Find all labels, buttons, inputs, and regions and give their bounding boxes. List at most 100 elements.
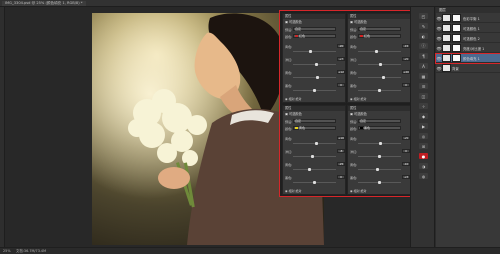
slider-value-input[interactable]: +20 — [402, 70, 410, 74]
layer-row[interactable]: 👁 颜色填充 1 — [435, 53, 500, 64]
slider-track[interactable] — [293, 63, 336, 66]
slider-value-input[interactable]: +12 — [337, 70, 345, 74]
slider-value-input[interactable]: +5 — [402, 57, 410, 61]
slider-handle[interactable] — [378, 89, 381, 92]
preset-select[interactable]: 自定 — [293, 27, 336, 31]
slider-value-input[interactable]: 0 — [402, 83, 410, 87]
highlighted-tool-icon[interactable]: ● — [419, 153, 428, 159]
navigator-icon[interactable]: ◎ — [419, 133, 428, 139]
preset-select[interactable]: 自定 — [358, 119, 401, 123]
slider-value-input[interactable]: -8 — [337, 149, 345, 153]
slider-track[interactable] — [293, 76, 336, 79]
slider-value-input[interactable]: -20 — [337, 44, 345, 48]
panel-tab[interactable]: 属性 — [283, 106, 345, 111]
colors-select[interactable]: 红色 — [293, 34, 336, 38]
slider-handle[interactable] — [378, 181, 382, 184]
channels-icon[interactable]: ◫ — [419, 93, 428, 99]
slider-handle[interactable] — [313, 181, 316, 184]
layer-row[interactable]: 👁 亮度/对比度 1 — [436, 44, 500, 53]
slider-track[interactable] — [358, 181, 401, 184]
method-options[interactable]: ◉ 相对 绝对 — [350, 97, 408, 102]
colors-select[interactable]: 黑色 — [358, 126, 401, 130]
color-icon[interactable]: ◑ — [419, 163, 428, 169]
slider-handle[interactable] — [315, 142, 318, 145]
preset-select[interactable]: 自定 — [293, 119, 336, 123]
layer-mask-thumbnail[interactable] — [452, 54, 461, 62]
adjustments-icon[interactable]: ◐ — [419, 33, 428, 39]
slider-track[interactable] — [293, 155, 336, 158]
paths-icon[interactable]: ✧ — [419, 103, 428, 109]
method-options[interactable]: ◉ 相对 绝对 — [285, 97, 343, 102]
actions-icon[interactable]: ▶ — [419, 123, 428, 129]
slider-value-input[interactable]: +10 — [337, 136, 345, 140]
slider-handle[interactable] — [316, 76, 320, 79]
layer-mask-thumbnail[interactable] — [452, 14, 461, 22]
history-icon[interactable]: ◰ — [419, 13, 428, 19]
slider-handle[interactable] — [378, 155, 381, 158]
slider-value-input[interactable]: -25 — [337, 162, 345, 166]
panel-tab[interactable]: 属性 — [283, 14, 345, 19]
slider-handle[interactable] — [382, 76, 385, 79]
slider-handle[interactable] — [313, 89, 316, 92]
slider-track[interactable] — [358, 50, 401, 53]
slider-track[interactable] — [293, 89, 336, 92]
layer-row[interactable]: 👁 可选颜色 2 — [436, 34, 500, 43]
properties-panel[interactable]: 属性 ▣ 可选颜色 预设: 自定 颜色: 黄色 青色: +10 洋红: -8 黄色: -25 黑色: 0 ◉… — [282, 105, 346, 195]
swatches-icon[interactable]: ▦ — [419, 73, 428, 79]
colors-select[interactable]: 黄色 — [293, 126, 336, 130]
slider-track[interactable] — [358, 89, 401, 92]
slider-value-input[interactable]: 0 — [337, 83, 345, 87]
document-tab[interactable]: IMG_3304.psd @ 25% (颜色填充 1, RGB/8) * — [2, 1, 86, 6]
properties-panel[interactable]: 属性 ▣ 可选颜色 预设: 自定 颜色: 红色 青色: -15 洋红: +5 黄色: +20 黑色: 0 ◉… — [347, 13, 411, 103]
slider-track[interactable] — [358, 63, 401, 66]
properties-panel[interactable]: 属性 ▣ 可选颜色 预设: 自定 颜色: 红色 青色: -20 洋红: +7 黄色: +12 黑色: 0 ◉… — [282, 13, 346, 103]
slider-handle[interactable] — [376, 168, 379, 171]
slider-track[interactable] — [358, 168, 401, 171]
slider-value-input[interactable]: +5 — [402, 136, 410, 140]
brush-icon[interactable]: ✎ — [419, 23, 428, 29]
zoom-level[interactable]: 25% — [3, 248, 11, 254]
panel-tab[interactable]: 属性 — [348, 106, 410, 111]
slider-handle[interactable] — [315, 63, 318, 66]
preset-select[interactable]: 自定 — [358, 27, 401, 31]
styles-icon[interactable]: ◆ — [419, 113, 428, 119]
slider-value-input[interactable]: -10 — [402, 162, 410, 166]
slider-track[interactable] — [293, 168, 336, 171]
slider-handle[interactable] — [308, 168, 312, 171]
slider-handle[interactable] — [374, 50, 378, 53]
color-value: 黄色 — [299, 126, 306, 130]
slider-track[interactable] — [293, 50, 336, 53]
layer-row[interactable]: 👁 背景 — [436, 64, 500, 73]
slider-track[interactable] — [358, 142, 401, 145]
character-icon[interactable]: A — [419, 63, 428, 69]
layer-row[interactable]: 👁 色彩平衡 1 — [436, 14, 500, 23]
slider-handle[interactable] — [309, 50, 312, 53]
colors-select[interactable]: 红色 — [358, 34, 401, 38]
mask-icon[interactable]: ◍ — [419, 173, 428, 179]
layers-icon[interactable]: ☰ — [419, 83, 428, 89]
slider-value-input[interactable]: 0 — [337, 175, 345, 179]
slider-track[interactable] — [293, 181, 336, 184]
properties-icon[interactable]: ⊞ — [419, 143, 428, 149]
slider-value-input[interactable]: +3 — [402, 175, 410, 179]
panel-tab[interactable]: 属性 — [348, 14, 410, 19]
method-options[interactable]: ◉ 相对 绝对 — [285, 189, 343, 194]
layer-row[interactable]: 👁 可选颜色 1 — [436, 24, 500, 33]
properties-panel[interactable]: 属性 ▣ 可选颜色 预设: 自定 颜色: 黑色 青色: +5 洋红: 0 黄色: -10 黑色: +3 ◉ … — [347, 105, 411, 195]
info-icon[interactable]: ⓘ — [419, 43, 428, 49]
slider-value-input[interactable]: -15 — [402, 44, 410, 48]
slider-handle[interactable] — [378, 142, 382, 145]
slider-track[interactable] — [358, 76, 401, 79]
slider-label: 洋红: — [350, 150, 358, 154]
layer-mask-thumbnail[interactable] — [452, 44, 461, 52]
slider-handle[interactable] — [379, 63, 383, 66]
method-options[interactable]: ◉ 相对 绝对 — [350, 189, 408, 194]
paragraph-icon[interactable]: ¶ — [419, 53, 428, 59]
layer-mask-thumbnail[interactable] — [452, 24, 461, 32]
slider-value-input[interactable]: +7 — [337, 57, 345, 61]
slider-handle[interactable] — [311, 155, 315, 158]
slider-track[interactable] — [293, 142, 336, 145]
slider-value-input[interactable]: 0 — [402, 149, 410, 153]
slider-track[interactable] — [358, 155, 401, 158]
layer-mask-thumbnail[interactable] — [452, 34, 461, 42]
